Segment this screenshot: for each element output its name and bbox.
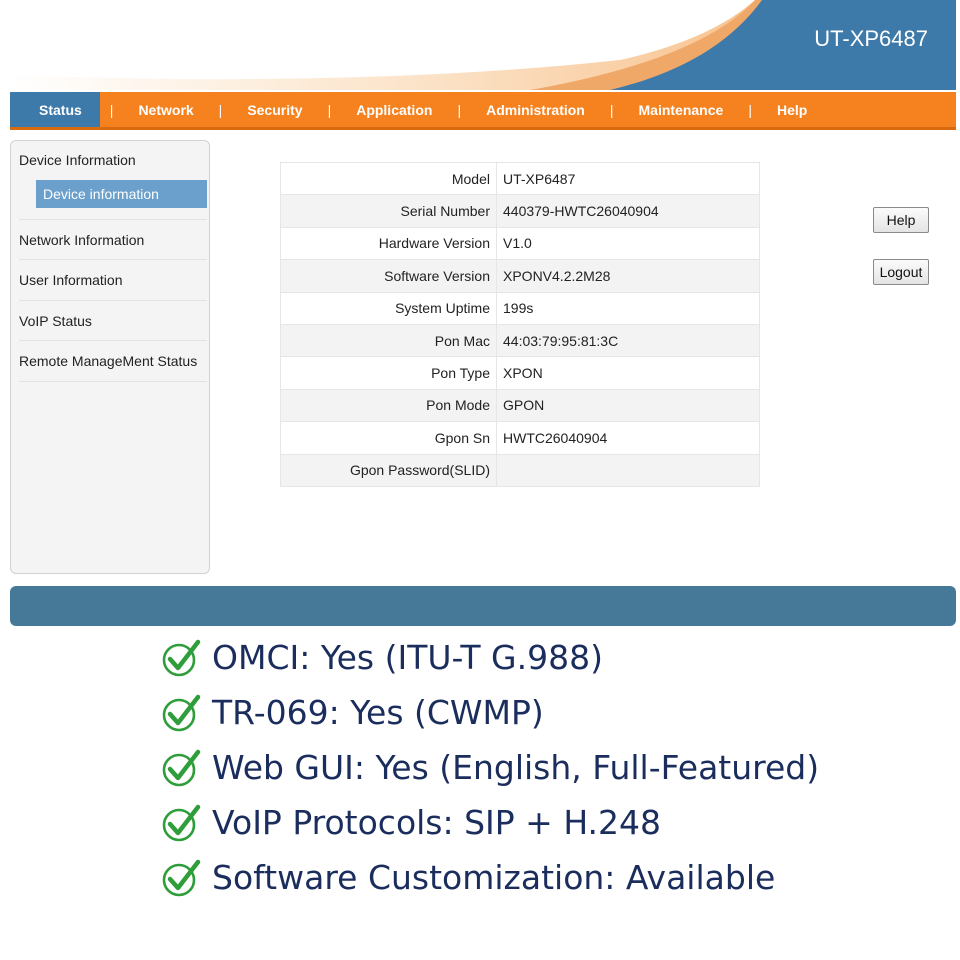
sidebar-divider xyxy=(19,219,207,220)
table-row: Pon Mode GPON xyxy=(280,388,760,423)
sidebar-item-user-information[interactable]: User Information xyxy=(19,272,122,288)
nav-separator: | xyxy=(609,101,614,118)
row-label-software-version: Software Version xyxy=(280,259,497,293)
feature-item: TR-069: Yes (CWMP) xyxy=(160,687,544,737)
row-value-software-version: XPONV4.2.2M28 xyxy=(496,259,760,293)
sidebar-item-remote-management-status[interactable]: Remote ManageMent Status xyxy=(19,353,197,369)
logout-button[interactable]: Logout xyxy=(873,259,929,285)
feature-text-tr069: TR-069: Yes (CWMP) xyxy=(212,692,544,732)
table-row: Gpon Sn HWTC26040904 xyxy=(280,421,760,455)
table-row: Software Version XPONV4.2.2M28 xyxy=(280,259,760,293)
feature-text-web-gui: Web GUI: Yes (English, Full-Featured) xyxy=(212,747,820,787)
row-label-model: Model xyxy=(280,161,497,196)
nav-status[interactable]: Status xyxy=(10,92,100,127)
nav-help[interactable]: Help xyxy=(762,92,822,127)
table-row: Pon Mac 44:03:79:95:81:3C xyxy=(280,323,760,358)
sidebar-divider xyxy=(19,381,207,382)
nav-security[interactable]: Security xyxy=(232,92,317,127)
table-row: System Uptime 199s xyxy=(280,291,760,325)
nav-separator: | xyxy=(457,101,462,118)
row-value-serial-number: 440379-HWTC26040904 xyxy=(496,194,760,228)
row-value-gpon-sn: HWTC26040904 xyxy=(496,421,760,455)
nav-administration[interactable]: Administration xyxy=(471,92,600,127)
sidebar-divider xyxy=(19,300,207,301)
row-label-gpon-sn: Gpon Sn xyxy=(280,421,497,455)
row-label-pon-type: Pon Type xyxy=(280,356,497,390)
row-label-pon-mac: Pon Mac xyxy=(280,323,497,358)
table-row: Model UT-XP6487 xyxy=(280,161,760,196)
check-circle-icon xyxy=(162,639,201,677)
row-label-hardware-version: Hardware Version xyxy=(280,226,497,261)
row-label-gpon-password: Gpon Password(SLID) xyxy=(280,453,497,487)
table-row: Pon Type XPON xyxy=(280,356,760,390)
feature-item: Software Customization: Available xyxy=(160,852,775,902)
feature-text-omci: OMCI: Yes (ITU-T G.988) xyxy=(212,637,603,677)
feature-item: OMCI: Yes (ITU-T G.988) xyxy=(160,632,603,682)
sidebar-item-voip-status[interactable]: VoIP Status xyxy=(19,313,92,329)
feature-item: Web GUI: Yes (English, Full-Featured) xyxy=(160,742,819,792)
nav-separator: | xyxy=(327,101,332,118)
row-value-gpon-password xyxy=(496,453,760,487)
nav-application[interactable]: Application xyxy=(341,92,447,127)
check-circle-icon xyxy=(162,804,201,842)
sidebar-divider xyxy=(19,340,207,341)
footer-bar xyxy=(10,586,956,626)
table-row: Hardware Version V1.0 xyxy=(280,226,760,261)
nav-separator: | xyxy=(218,101,223,118)
row-value-pon-type: XPON xyxy=(496,356,760,390)
top-nav: Status | Network | Security | Applicatio… xyxy=(10,92,956,130)
sidebar-subitem-device-information[interactable]: Device information xyxy=(36,180,207,208)
row-value-pon-mode: GPON xyxy=(496,388,760,423)
sidebar: Device Information Device information Ne… xyxy=(10,140,210,574)
row-value-model: UT-XP6487 xyxy=(496,161,760,196)
row-label-serial-number: Serial Number xyxy=(280,194,497,228)
sidebar-item-network-information[interactable]: Network Information xyxy=(19,232,144,248)
check-circle-icon xyxy=(162,694,201,732)
feature-text-voip-protocols: VoIP Protocols: SIP + H.248 xyxy=(212,802,662,842)
nav-network[interactable]: Network xyxy=(123,92,208,127)
feature-item: VoIP Protocols: SIP + H.248 xyxy=(160,797,661,847)
device-info-table: Model UT-XP6487 Serial Number 440379-HWT… xyxy=(280,161,760,487)
sidebar-item-device-information[interactable]: Device Information xyxy=(19,152,136,168)
table-row: Gpon Password(SLID) xyxy=(280,453,760,487)
nav-separator: | xyxy=(109,101,114,118)
header-banner: UT-XP6487 xyxy=(10,0,956,90)
row-value-hardware-version: V1.0 xyxy=(496,226,760,261)
row-label-pon-mode: Pon Mode xyxy=(280,388,497,423)
nav-maintenance[interactable]: Maintenance xyxy=(624,92,739,127)
feature-text-software-customization: Software Customization: Available xyxy=(212,857,776,897)
table-row: Serial Number 440379-HWTC26040904 xyxy=(280,194,760,228)
row-label-system-uptime: System Uptime xyxy=(280,291,497,325)
nav-separator: | xyxy=(748,101,752,118)
check-circle-icon xyxy=(162,749,201,787)
sidebar-divider xyxy=(19,259,207,260)
check-circle-icon xyxy=(162,859,201,897)
row-value-pon-mac: 44:03:79:95:81:3C xyxy=(496,323,760,358)
product-name: UT-XP6487 xyxy=(814,26,928,51)
row-value-system-uptime: 199s xyxy=(496,291,760,325)
help-button[interactable]: Help xyxy=(873,207,929,233)
